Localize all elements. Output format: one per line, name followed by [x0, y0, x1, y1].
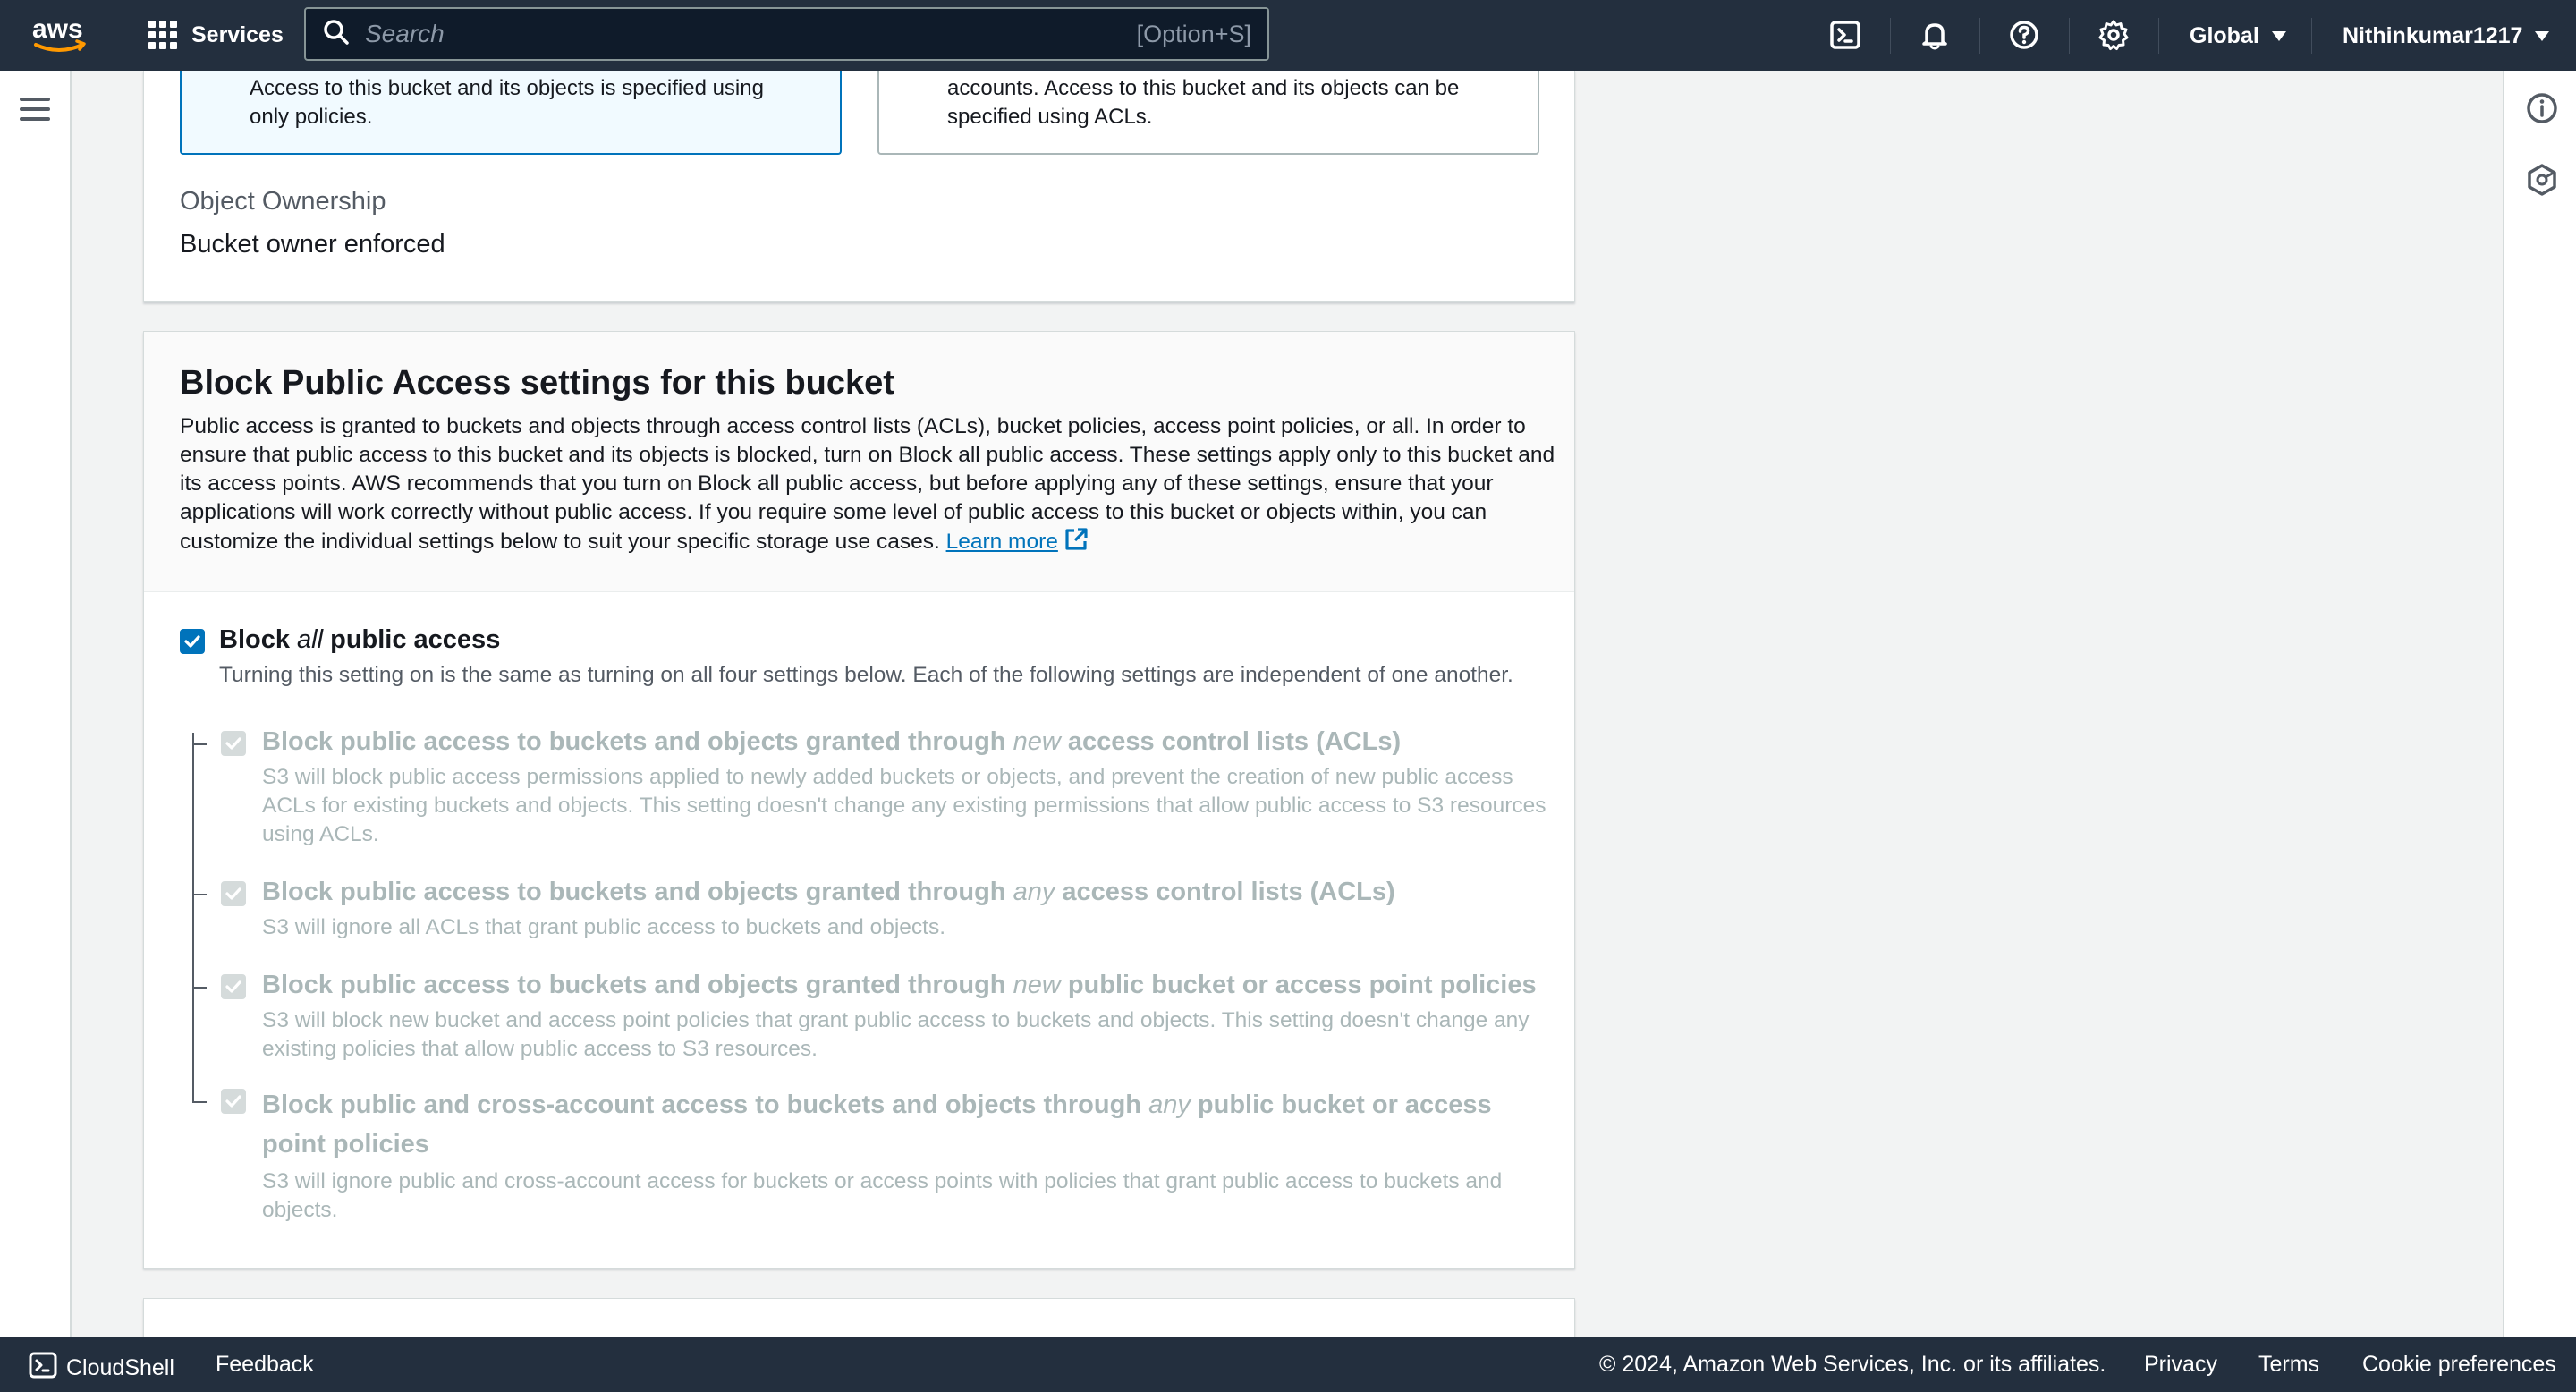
block-all-checkbox[interactable] [180, 629, 205, 654]
copyright-text: © 2024, Amazon Web Services, Inc. or its… [1599, 1352, 2106, 1377]
block-any-acls-label-em: any [1013, 878, 1055, 906]
object-ownership-label: Object Ownership [180, 187, 386, 216]
block-any-acls-description: S3 will ignore all ACLs that grant publi… [262, 915, 945, 939]
menu-icon[interactable] [20, 94, 50, 124]
object-ownership-panel: Access to this bucket and its objects is… [143, 71, 1575, 302]
learn-more-label: Learn more [945, 530, 1058, 554]
block-all-label-prefix: Block [219, 625, 298, 654]
panel-description-text: Public access is granted to buckets and … [180, 414, 1555, 554]
tree-branch [192, 1101, 207, 1103]
acls-enabled-description: accounts. Access to this bucket and its … [947, 76, 1460, 129]
panel-title: Block Public Access settings for this bu… [180, 364, 894, 402]
block-new-policies-checkbox[interactable] [221, 974, 246, 999]
region-selector[interactable]: Global [2190, 18, 2286, 54]
block-any-acls-label[interactable]: Block public access to buckets and objec… [262, 878, 1395, 907]
aws-logo-text: aws [32, 14, 83, 44]
gear-icon[interactable] [2093, 14, 2134, 55]
block-any-policies-label-em: any [1148, 1091, 1191, 1119]
block-all-label-em: all [297, 625, 324, 654]
tree-branch [192, 743, 207, 745]
left-navigation-rail [0, 71, 72, 1337]
block-public-access-panel: Block Public Access settings for this bu… [143, 331, 1575, 1269]
block-new-policies-label-suffix: public bucket or access point policies [1060, 971, 1537, 999]
search-shortcut-hint: [Option+S] [1136, 20, 1251, 47]
region-label: Global [2190, 22, 2259, 48]
block-new-acls-label[interactable]: Block public access to buckets and objec… [262, 727, 1401, 757]
block-new-acls-label-suffix: access control lists (ACLs) [1060, 727, 1402, 756]
block-any-policies-description: S3 will ignore public and cross-account … [262, 1169, 1503, 1222]
caret-down-icon [2535, 30, 2550, 41]
block-any-policies-label[interactable]: Block public and cross-account access to… [262, 1085, 1550, 1164]
block-new-acls-label-prefix: Block public access to buckets and objec… [262, 727, 1013, 756]
block-new-policies-label[interactable]: Block public access to buckets and objec… [262, 971, 1537, 1000]
check-icon [225, 1095, 242, 1108]
block-new-policies-description: S3 will block new bucket and access poin… [262, 1008, 1530, 1061]
check-icon [184, 635, 200, 648]
check-icon [225, 980, 242, 993]
cloudshell-icon[interactable] [1825, 14, 1866, 55]
services-menu-button[interactable]: Services [148, 16, 284, 54]
check-icon [225, 737, 242, 750]
hexagon-icon[interactable] [2524, 162, 2560, 198]
block-new-acls-label-em: new [1013, 727, 1061, 756]
block-any-policies-label-prefix: Block public and cross-account access to… [262, 1091, 1149, 1119]
caret-down-icon [2271, 30, 2286, 41]
info-icon[interactable] [2524, 90, 2560, 126]
panel-header: Block Public Access settings for this bu… [144, 332, 1574, 592]
services-label: Services [191, 21, 284, 47]
block-all-label-suffix: public access [323, 625, 501, 654]
panel-description: Public access is granted to buckets and … [180, 412, 1557, 556]
apps-grid-icon [148, 21, 177, 49]
block-any-acls-label-suffix: access control lists (ACLs) [1055, 878, 1395, 906]
footer: CloudShell Feedback © 2024, Amazon Web S… [0, 1337, 2576, 1392]
top-navigation: aws Services [Option+S] Global Nith [0, 0, 2576, 71]
block-new-acls-description: S3 will block public access permissions … [262, 765, 1546, 846]
bell-icon[interactable] [1914, 14, 1955, 55]
help-icon[interactable] [2004, 14, 2045, 55]
block-all-label[interactable]: Block all public access [219, 625, 500, 655]
search-icon [322, 18, 351, 51]
terms-link[interactable]: Terms [2258, 1352, 2319, 1378]
aws-logo[interactable]: aws [30, 13, 89, 57]
account-menu[interactable]: Nithinkumar1217 [2343, 18, 2550, 54]
block-any-acls-checkbox[interactable] [221, 881, 246, 906]
search-input[interactable] [365, 20, 1137, 48]
privacy-link[interactable]: Privacy [2144, 1352, 2217, 1378]
feedback-link[interactable]: Feedback [216, 1352, 314, 1378]
external-link-icon [1058, 528, 1089, 554]
search-bar[interactable]: [Option+S] [304, 7, 1269, 61]
cloudshell-button[interactable]: CloudShell [29, 1351, 174, 1386]
object-ownership-value: Bucket owner enforced [180, 230, 445, 259]
tree-line [192, 733, 194, 1101]
tree-branch [192, 987, 207, 989]
block-any-policies-checkbox[interactable] [221, 1089, 246, 1114]
block-any-acls-label-prefix: Block public access to buckets and objec… [262, 878, 1013, 906]
acls-enabled-card[interactable]: accounts. Access to this bucket and its … [877, 71, 1539, 155]
block-new-acls-checkbox[interactable] [221, 731, 246, 756]
account-name: Nithinkumar1217 [2343, 22, 2523, 48]
check-icon [225, 887, 242, 900]
tree-branch [192, 894, 207, 895]
cloudshell-label: CloudShell [66, 1355, 174, 1380]
learn-more-link[interactable]: Learn more [945, 528, 1089, 554]
acls-disabled-description: Access to this bucket and its objects is… [250, 76, 764, 129]
acls-disabled-card[interactable]: Access to this bucket and its objects is… [180, 71, 842, 155]
cloudshell-icon [29, 1351, 57, 1386]
block-all-description: Turning this setting on is the same as t… [219, 663, 1513, 687]
block-new-policies-label-em: new [1013, 971, 1061, 999]
block-new-policies-label-prefix: Block public access to buckets and objec… [262, 971, 1013, 999]
right-tools-rail [2503, 71, 2576, 1337]
cookie-preferences-link[interactable]: Cookie preferences [2362, 1352, 2556, 1378]
